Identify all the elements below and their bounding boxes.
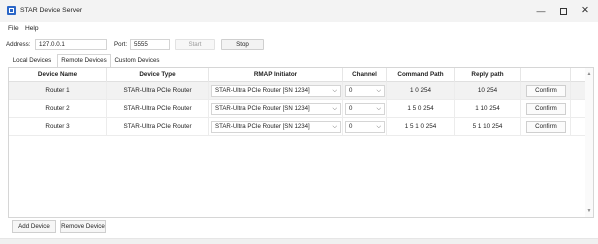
status-bar	[0, 238, 598, 244]
maximize-button[interactable]	[552, 4, 574, 18]
rmap-initiator-value: STAR-Ultra PCIe Router [SN 1234]	[215, 87, 310, 94]
port-label: Port:	[114, 41, 128, 48]
rmap-initiator-select[interactable]: STAR-Ultra PCIe Router [SN 1234] ⌵	[211, 85, 341, 97]
close-button[interactable]: ✕	[574, 4, 596, 18]
channel-cell: 0 ⌵	[343, 100, 387, 118]
channel-value: 0	[349, 87, 353, 94]
chevron-down-icon: ⌵	[376, 106, 381, 112]
header-device-name: Device Name	[9, 68, 107, 82]
vertical-scrollbar[interactable]: ▲ ▼	[585, 68, 593, 217]
add-device-button[interactable]: Add Device	[12, 220, 56, 233]
action-cell: Confirm	[521, 82, 571, 100]
tab-custom-devices[interactable]: Custom Devices	[112, 55, 162, 67]
rmap-initiator-value: STAR-Ultra PCIe Router [SN 1234]	[215, 123, 310, 130]
header-command-path: Command Path	[387, 68, 455, 82]
device-type-cell: STAR-Ultra PCIe Router	[107, 118, 209, 136]
table-row: Router 2 STAR-Ultra PCIe Router STAR-Ult…	[9, 100, 585, 118]
channel-select[interactable]: 0 ⌵	[345, 85, 385, 97]
start-button[interactable]: Start	[175, 39, 215, 50]
channel-value: 0	[349, 123, 353, 130]
rmap-initiator-cell: STAR-Ultra PCIe Router [SN 1234] ⌵	[209, 118, 343, 136]
rmap-initiator-cell: STAR-Ultra PCIe Router [SN 1234] ⌵	[209, 100, 343, 118]
reply-path-cell: 5 1 10 254	[455, 118, 521, 136]
device-type-cell: STAR-Ultra PCIe Router	[107, 100, 209, 118]
app-icon	[7, 6, 16, 15]
address-label: Address:	[6, 41, 31, 48]
confirm-button[interactable]: Confirm	[526, 85, 566, 97]
device-type-cell: STAR-Ultra PCIe Router	[107, 82, 209, 100]
title-bar: STAR Device Server — ✕	[0, 0, 598, 22]
header-channel: Channel	[343, 68, 387, 82]
chevron-down-icon: ⌵	[376, 88, 381, 94]
connection-toolbar: Address: 127.0.0.1 Port: 5555 Start Stop	[0, 36, 598, 52]
header-action	[521, 68, 571, 82]
chevron-down-icon: ⌵	[332, 106, 337, 112]
chevron-down-icon: ⌵	[332, 88, 337, 94]
device-name-cell: Router 2	[9, 100, 107, 118]
action-cell: Confirm	[521, 100, 571, 118]
channel-select[interactable]: 0 ⌵	[345, 121, 385, 133]
menu-help[interactable]: Help	[25, 25, 39, 32]
chevron-down-icon: ⌵	[376, 124, 381, 130]
command-path-cell: 1 0 254	[387, 82, 455, 100]
confirm-button[interactable]: Confirm	[526, 103, 566, 115]
stop-button[interactable]: Stop	[221, 39, 264, 50]
minimize-button[interactable]: —	[530, 4, 552, 18]
channel-cell: 0 ⌵	[343, 82, 387, 100]
menu-bar: File Help	[0, 22, 598, 35]
rmap-initiator-value: STAR-Ultra PCIe Router [SN 1234]	[215, 105, 310, 112]
confirm-button[interactable]: Confirm	[526, 121, 566, 133]
table-header: Device Name Device Type RMAP Initiator C…	[9, 68, 585, 82]
header-rmap-initiator: RMAP Initiator	[209, 68, 343, 82]
window-title: STAR Device Server	[20, 7, 83, 14]
reply-path-cell: 1 10 254	[455, 100, 521, 118]
header-reply-path: Reply path	[455, 68, 521, 82]
device-name-cell: Router 3	[9, 118, 107, 136]
reply-path-cell: 10 254	[455, 82, 521, 100]
channel-select[interactable]: 0 ⌵	[345, 103, 385, 115]
menu-file[interactable]: File	[8, 25, 19, 32]
chevron-down-icon: ⌵	[332, 124, 337, 130]
address-input[interactable]: 127.0.0.1	[35, 39, 107, 50]
tab-local-devices[interactable]: Local Devices	[8, 55, 56, 67]
command-path-cell: 1 5 0 254	[387, 100, 455, 118]
device-name-cell: Router 1	[9, 82, 107, 100]
command-path-cell: 1 5 1 0 254	[387, 118, 455, 136]
rmap-initiator-select[interactable]: STAR-Ultra PCIe Router [SN 1234] ⌵	[211, 121, 341, 133]
scroll-up-icon[interactable]: ▲	[585, 70, 593, 78]
remove-device-button[interactable]: Remove Device	[60, 220, 106, 233]
table-row: Router 1 STAR-Ultra PCIe Router STAR-Ult…	[9, 82, 585, 100]
header-device-type: Device Type	[107, 68, 209, 82]
tab-remote-devices[interactable]: Remote Devices	[57, 54, 111, 67]
remote-devices-panel: Device Name Device Type RMAP Initiator C…	[8, 67, 594, 218]
channel-cell: 0 ⌵	[343, 118, 387, 136]
channel-value: 0	[349, 105, 353, 112]
port-input[interactable]: 5555	[130, 39, 170, 50]
scroll-down-icon[interactable]: ▼	[585, 207, 593, 215]
action-cell: Confirm	[521, 118, 571, 136]
rmap-initiator-select[interactable]: STAR-Ultra PCIe Router [SN 1234] ⌵	[211, 103, 341, 115]
table-row: Router 3 STAR-Ultra PCIe Router STAR-Ult…	[9, 118, 585, 136]
maximize-icon	[559, 8, 567, 16]
rmap-initiator-cell: STAR-Ultra PCIe Router [SN 1234] ⌵	[209, 82, 343, 100]
